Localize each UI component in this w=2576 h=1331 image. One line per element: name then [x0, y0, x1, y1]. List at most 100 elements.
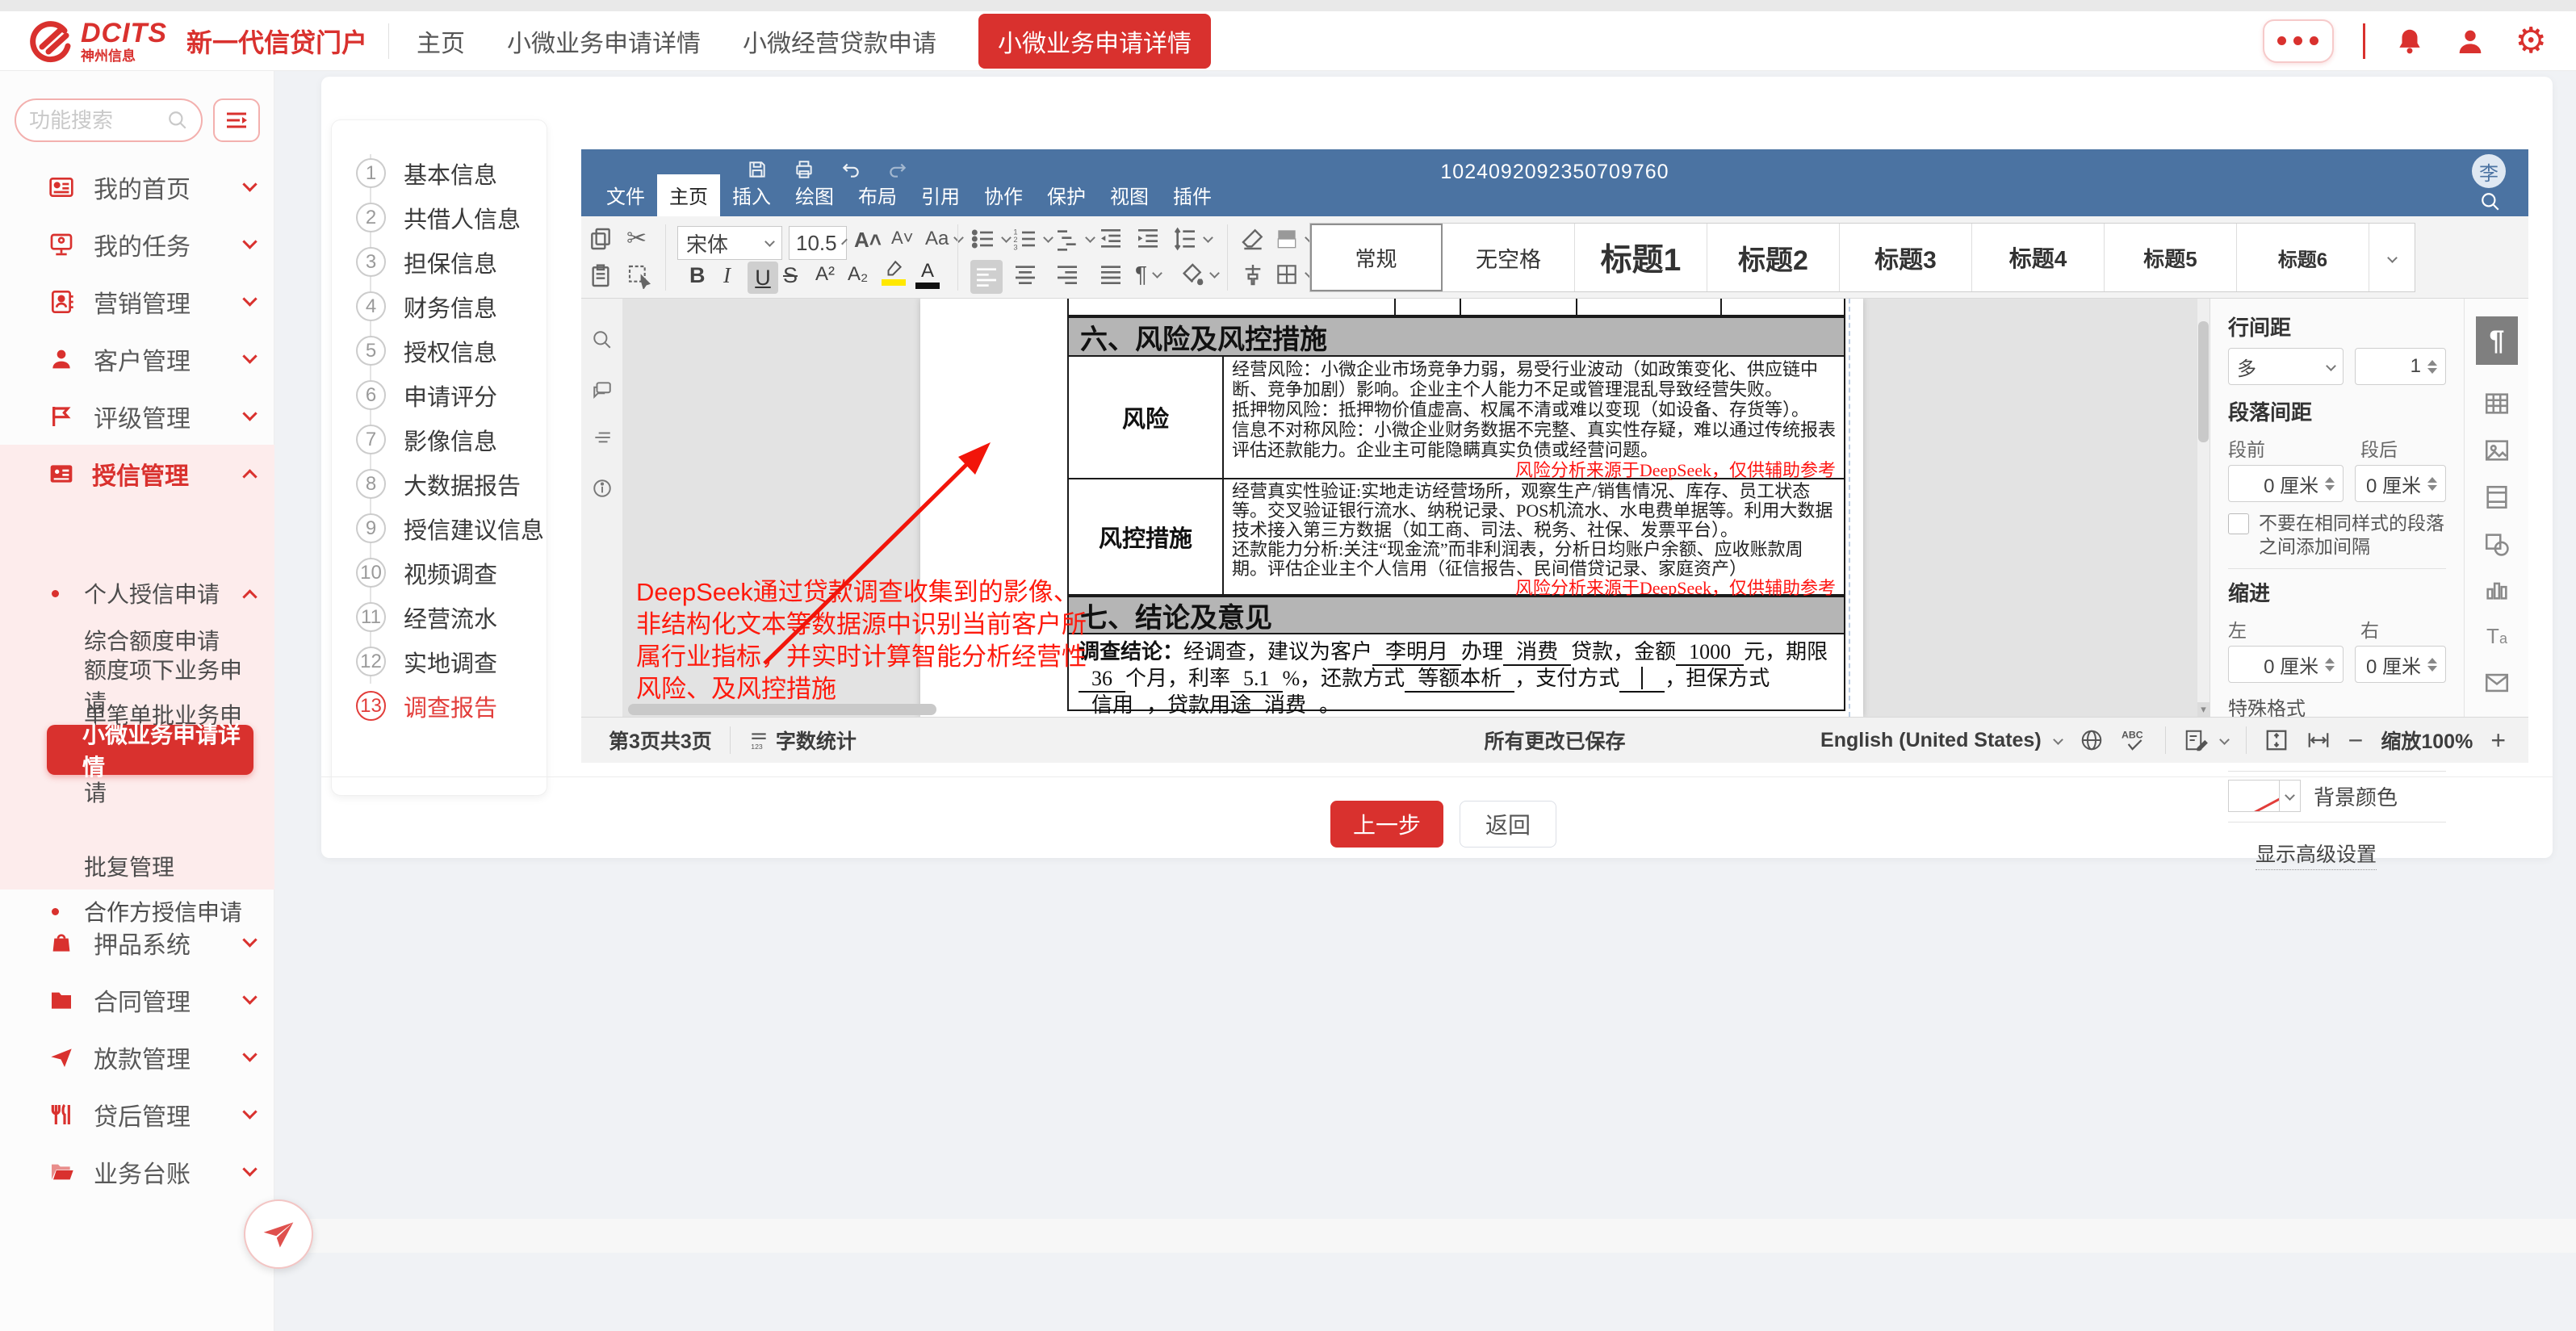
styles-more-button[interactable] [2369, 224, 2415, 291]
sidebar-item-my-home[interactable]: 我的首页 [0, 158, 274, 216]
vertical-scrollbar-thumb[interactable] [2198, 321, 2209, 442]
menu-draw[interactable]: 绘图 [783, 174, 846, 216]
cut-button[interactable]: ✂ [626, 224, 647, 253]
highlight-color-button[interactable] [882, 260, 906, 286]
search-input[interactable] [29, 108, 150, 133]
bold-button[interactable]: B [689, 263, 706, 288]
step-finance[interactable]: 4财务信息 [332, 284, 548, 329]
numbered-list-button[interactable]: 123 [1012, 226, 1052, 252]
spellcheck-icon[interactable]: ABC [2122, 728, 2147, 752]
header-footer-tab[interactable] [2476, 476, 2518, 518]
decrease-indent-button[interactable] [1098, 226, 1124, 252]
info-icon[interactable] [592, 478, 613, 499]
style-heading5[interactable]: 标题5 [2105, 224, 2237, 291]
align-left-button[interactable] [970, 260, 1003, 294]
sidebar-item-my-tasks[interactable]: 我的任务 [0, 216, 274, 273]
editor-search-icon[interactable] [2480, 191, 2501, 212]
sidebar-item-post-loan[interactable]: 贷后管理 [0, 1086, 274, 1143]
strikethrough-button[interactable]: S [783, 263, 798, 288]
blank-purpose[interactable]: 消费 [1251, 693, 1319, 717]
superscript-button[interactable]: A² [815, 263, 835, 286]
background-color-swatch[interactable] [2228, 780, 2280, 812]
fit-width-button[interactable] [2306, 728, 2331, 752]
user-profile-icon[interactable] [2454, 25, 2486, 57]
conclusion-paragraph[interactable]: 调查结论：经调查，建议为客户李明月办理消费贷款，金额1000元，期限36个月，利… [1067, 634, 1845, 711]
border-style-button[interactable] [1274, 262, 1313, 287]
sidebar-item-contracts[interactable]: 合同管理 [0, 971, 274, 1028]
sidebar-item-ledger[interactable]: 业务台账 [0, 1143, 274, 1200]
track-changes-button[interactable] [2184, 728, 2228, 752]
menu-references[interactable]: 引用 [909, 174, 972, 216]
sidebar-item-micro-detail-active[interactable]: 小微业务申请详情 [47, 725, 253, 775]
increase-indent-button[interactable] [1135, 226, 1161, 252]
step-imaging[interactable]: 7影像信息 [332, 417, 548, 462]
step-guarantee[interactable]: 3担保信息 [332, 240, 548, 284]
style-heading1[interactable]: 标题1 [1575, 224, 1707, 291]
line-spacing-stepper[interactable]: 1 [2355, 348, 2446, 385]
style-no-spacing[interactable]: 无空格 [1443, 224, 1575, 291]
editor-user-avatar[interactable]: 李 [2472, 154, 2506, 188]
floating-assistant-button[interactable] [244, 1199, 313, 1269]
sidebar-item-marketing[interactable]: 营销管理 [0, 273, 274, 330]
scroll-down-button[interactable]: ▾ [2197, 702, 2209, 717]
line-spacing-select[interactable]: 多 [2228, 348, 2344, 385]
back-button[interactable]: 返回 [1460, 801, 1556, 848]
step-coborrower[interactable]: 2共借人信息 [332, 195, 548, 240]
indent-left-stepper[interactable]: 0 厘米 [2228, 646, 2344, 683]
tab-micro-detail-1[interactable]: 小微业务申请详情 [507, 23, 701, 59]
paste-button[interactable] [588, 263, 614, 289]
copy-button[interactable] [588, 226, 614, 252]
text-art-tab[interactable]: Ta [2476, 615, 2518, 657]
menu-layout[interactable]: 布局 [846, 174, 909, 216]
fit-page-button[interactable] [2264, 728, 2289, 752]
tab-micro-detail-active[interactable]: 小微业务申请详情 [978, 14, 1211, 69]
blank-pay-method[interactable] [1619, 666, 1665, 693]
advanced-settings-link[interactable]: 显示高级设置 [2256, 839, 2377, 870]
zoom-level[interactable]: 缩放100% [2381, 726, 2473, 755]
step-apply-score[interactable]: 6申请评分 [332, 373, 548, 417]
image-settings-tab[interactable] [2476, 429, 2518, 471]
background-color-dropdown[interactable] [2280, 780, 2301, 812]
blank-amount[interactable]: 1000 [1676, 639, 1744, 666]
sidebar-item-collateral[interactable]: 押品系统 [0, 914, 274, 971]
blank-customer[interactable]: 李明月 [1372, 639, 1461, 666]
horizontal-scrollbar-thumb[interactable] [628, 704, 936, 715]
italic-button[interactable]: I [723, 263, 731, 288]
indent-right-stepper[interactable]: 0 厘米 [2355, 646, 2446, 683]
notification-bell-icon[interactable] [2394, 26, 2425, 57]
tab-micro-loan-apply[interactable]: 小微经营贷款申请 [743, 23, 936, 59]
format-painter-button[interactable] [1240, 262, 1266, 287]
step-bigdata-report[interactable]: 8大数据报告 [332, 462, 548, 506]
decrease-font-button[interactable]: A˅ [891, 228, 914, 249]
subscript-button[interactable]: A₂ [848, 263, 868, 286]
spacing-before-stepper[interactable]: 0 厘米 [2228, 465, 2344, 502]
sidebar-item-approval-mgmt[interactable]: 批复管理 [0, 843, 274, 889]
style-heading6[interactable]: 标题6 [2237, 224, 2369, 291]
bullet-list-button[interactable] [970, 226, 1010, 252]
shading-fill-button[interactable] [1179, 262, 1218, 287]
align-right-button[interactable] [1054, 262, 1080, 287]
menu-insert[interactable]: 插入 [720, 174, 783, 216]
step-business-flow[interactable]: 11经营流水 [332, 595, 548, 639]
blank-loan-type[interactable]: 消费 [1503, 639, 1571, 666]
comments-icon[interactable] [592, 379, 613, 400]
eraser-button[interactable] [1240, 226, 1266, 252]
step-credit-advice[interactable]: 9授信建议信息 [332, 506, 548, 550]
font-color-button[interactable]: A [915, 260, 940, 289]
tab-home[interactable]: 主页 [417, 23, 465, 59]
zoom-in-button[interactable]: + [2490, 726, 2506, 755]
increase-font-button[interactable]: A˄ [854, 228, 882, 253]
mail-merge-tab[interactable] [2476, 662, 2518, 704]
menu-home[interactable]: 主页 [657, 174, 720, 216]
menu-file[interactable]: 文件 [594, 174, 657, 216]
headings-outline-icon[interactable] [592, 428, 613, 449]
paragraph-settings-tab[interactable]: ¶ [2476, 316, 2518, 365]
step-basic-info[interactable]: 1基本信息 [332, 151, 548, 195]
sidebar-item-rating[interactable]: 评级管理 [0, 387, 274, 445]
style-normal[interactable]: 常规 [1310, 224, 1443, 291]
word-count-button[interactable]: 123 字数统计 [748, 726, 857, 755]
blank-rate[interactable]: 5.1 [1230, 666, 1283, 693]
spacing-after-stepper[interactable]: 0 厘米 [2355, 465, 2446, 502]
shape-settings-tab[interactable] [2476, 523, 2518, 565]
find-icon[interactable] [592, 329, 613, 350]
